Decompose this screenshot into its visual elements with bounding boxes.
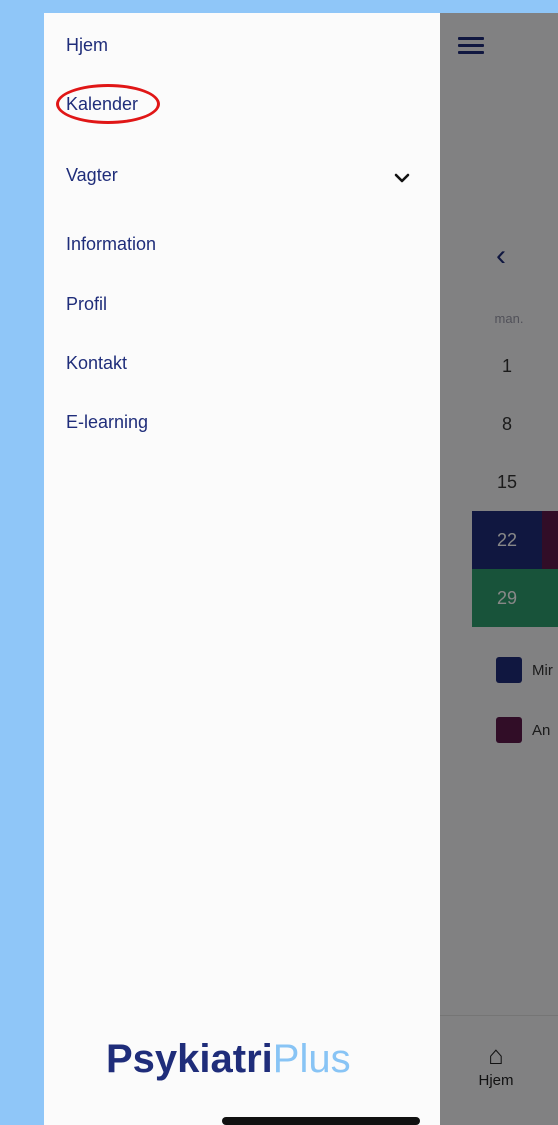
drawer-item-kontakt[interactable]: Kontakt: [66, 353, 127, 374]
drawer-item-kalender[interactable]: Kalender: [66, 94, 138, 115]
brand-logo-part2: Plus: [272, 1037, 351, 1081]
brand-logo: PsykiatriPlus: [106, 1033, 351, 1085]
home-indicator: [222, 1117, 420, 1125]
drawer-item-hjem[interactable]: Hjem: [66, 35, 108, 56]
drawer-item-e-learning[interactable]: E-learning: [66, 412, 148, 433]
chevron-down-icon[interactable]: [392, 168, 412, 188]
drawer-item-information[interactable]: Information: [66, 234, 156, 255]
phone-screen: ‹ man. 1 8 15 22 29 Mir An ⌂ Hjem Hjem K…: [44, 13, 558, 1125]
drawer-item-vagter[interactable]: Vagter: [66, 165, 118, 186]
navigation-drawer: Hjem Kalender Vagter Information Profil …: [44, 13, 440, 1125]
drawer-item-profil[interactable]: Profil: [66, 294, 107, 315]
brand-logo-part1: Psykiatri: [106, 1037, 273, 1081]
